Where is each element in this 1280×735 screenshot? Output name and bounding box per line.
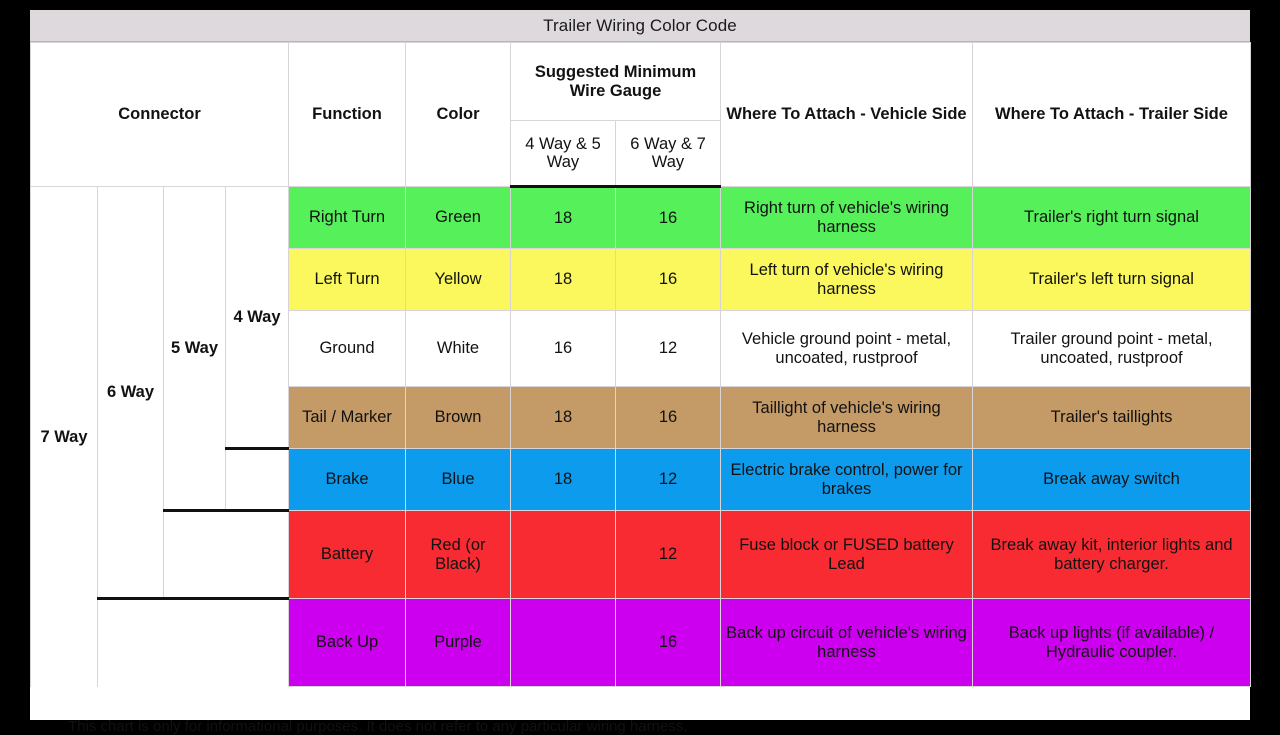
cell-gauge-45: 18 <box>510 448 616 511</box>
cell-attach-trailer: Break away kit, interior lights and batt… <box>972 510 1251 599</box>
cell-gauge-67: 16 <box>615 386 721 449</box>
header-function: Function <box>288 42 406 187</box>
table-row: 7 Way 6 Way 5 Way 4 Way Right Turn Green… <box>30 186 1251 687</box>
connector-5-way-empty <box>163 510 289 600</box>
chart-footnote: This chart is only for informational pur… <box>68 718 688 735</box>
cell-attach-trailer: Trailer's right turn signal <box>972 186 1251 249</box>
connector-6-way: 6 Way <box>97 186 164 600</box>
cell-gauge-67: 16 <box>615 248 721 311</box>
cell-attach-vehicle: Fuse block or FUSED battery Lead <box>720 510 973 599</box>
cell-function: Brake <box>288 448 406 511</box>
table-row: Back Up Purple 16 Back up circuit of veh… <box>31 598 1251 687</box>
cell-attach-vehicle: Right turn of vehicle's wiring harness <box>720 186 973 249</box>
cell-attach-vehicle: Vehicle ground point - metal, uncoated, … <box>720 310 973 387</box>
header-wire-gauge: Suggested Minimum Wire Gauge <box>510 42 721 121</box>
connector-7-way: 7 Way <box>30 186 98 687</box>
header-attach-trailer: Where To Attach - Trailer Side <box>972 42 1251 187</box>
cell-attach-vehicle: Back up circuit of vehicle's wiring harn… <box>720 598 973 687</box>
cell-color: Purple <box>405 598 511 687</box>
cell-attach-trailer: Trailer ground point - metal, uncoated, … <box>972 310 1251 387</box>
cell-attach-trailer: Trailer's left turn signal <box>972 248 1251 311</box>
cell-color: Red (or Black) <box>405 510 511 599</box>
table-row: Battery Red (or Black) 12 Fuse block or … <box>31 510 1251 600</box>
cell-attach-trailer: Back up lights (if available) / Hydrauli… <box>972 598 1251 687</box>
cell-attach-vehicle: Left turn of vehicle's wiring harness <box>720 248 973 311</box>
connector-6-way-empty <box>97 598 289 687</box>
cell-gauge-67: 12 <box>615 510 721 599</box>
trailer-wiring-table: Connector Function Color Suggested Minim… <box>30 42 1251 687</box>
cell-gauge-45: 16 <box>510 310 616 387</box>
cell-color: White <box>405 310 511 387</box>
cell-gauge-67: 12 <box>615 310 721 387</box>
cell-color: Yellow <box>405 248 511 311</box>
cell-color: Blue <box>405 448 511 511</box>
cell-attach-trailer: Break away switch <box>972 448 1251 511</box>
cell-function: Left Turn <box>288 248 406 311</box>
connector-4-way-empty <box>225 448 289 512</box>
connector-5-way: 5 Way <box>163 186 226 512</box>
cell-gauge-45: 18 <box>510 248 616 311</box>
page-title: Trailer Wiring Color Code <box>543 15 737 35</box>
header-connector: Connector <box>30 42 289 187</box>
cell-color: Green <box>405 186 511 249</box>
header-color: Color <box>405 42 511 187</box>
cell-gauge-67: 16 <box>615 186 721 249</box>
cell-gauge-45 <box>510 598 616 687</box>
cell-function: Back Up <box>288 598 406 687</box>
header-gauge-6-7-way: 6 Way & 7 Way <box>615 120 721 188</box>
header-gauge-4-5-way: 4 Way & 5 Way <box>510 120 616 188</box>
cell-function: Tail / Marker <box>288 386 406 449</box>
cell-function: Battery <box>288 510 406 599</box>
cell-attach-trailer: Trailer's taillights <box>972 386 1251 449</box>
wiring-chart-frame: Trailer Wiring Color Code Connector Func… <box>30 10 1251 735</box>
cell-function: Ground <box>288 310 406 387</box>
chart-title-bar: Trailer Wiring Color Code <box>30 10 1250 42</box>
cell-color: Brown <box>405 386 511 449</box>
connector-4-way: 4 Way <box>225 186 289 450</box>
cell-gauge-67: 12 <box>615 448 721 511</box>
cell-gauge-45 <box>510 510 616 599</box>
cell-attach-vehicle: Electric brake control, power for brakes <box>720 448 973 511</box>
cell-gauge-67: 16 <box>615 598 721 687</box>
cell-function: Right Turn <box>288 186 406 249</box>
cell-gauge-45: 18 <box>510 186 616 249</box>
header-attach-vehicle: Where To Attach - Vehicle Side <box>720 42 973 187</box>
cell-attach-vehicle: Taillight of vehicle's wiring harness <box>720 386 973 449</box>
cell-gauge-45: 18 <box>510 386 616 449</box>
